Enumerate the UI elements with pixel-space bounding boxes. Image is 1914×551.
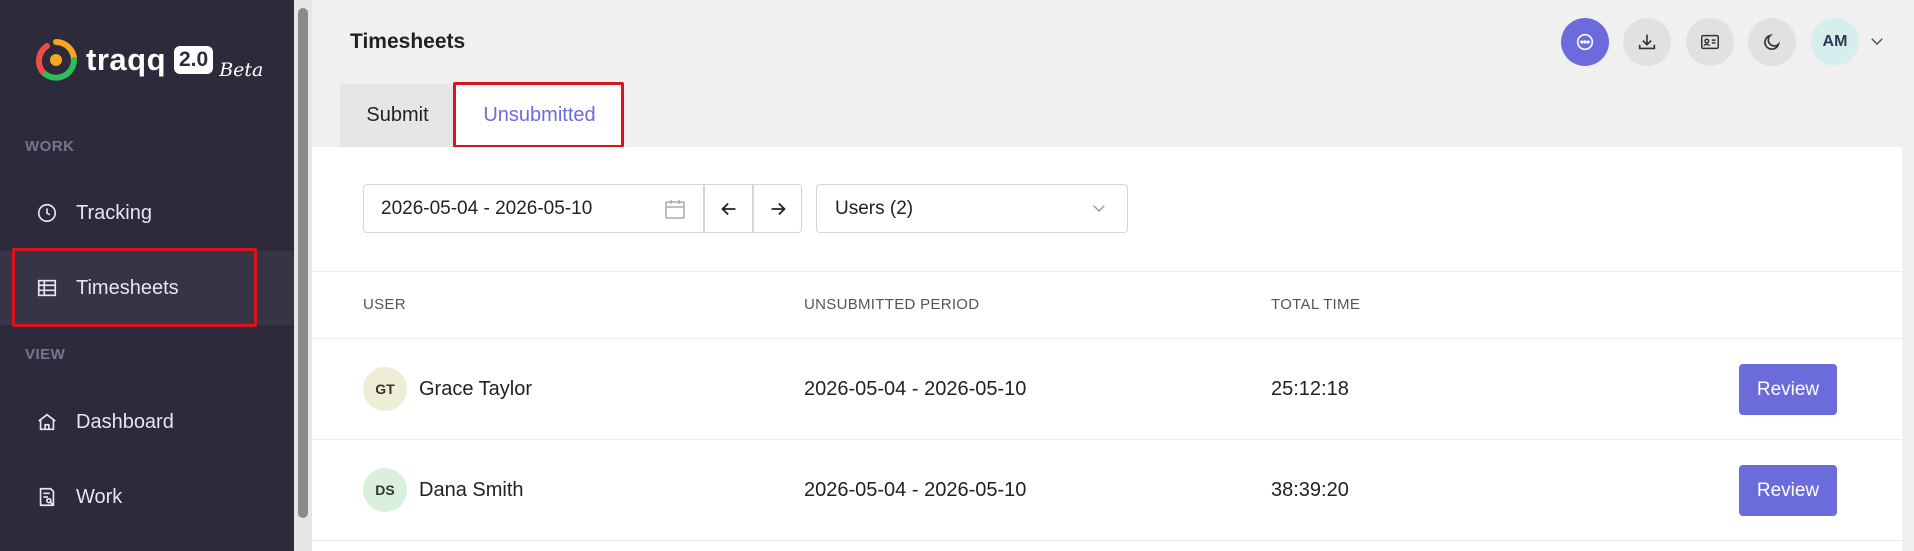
- user-name: Grace Taylor: [419, 378, 533, 400]
- column-header-period: UNSUBMITTED PERIOD: [804, 296, 980, 313]
- brand-version: 2.0: [174, 46, 214, 74]
- users-select-value: Users (2): [835, 197, 914, 219]
- sidebar-item-dashboard[interactable]: Dashboard: [0, 385, 294, 459]
- download-button[interactable]: [1623, 18, 1671, 66]
- arrow-right-icon: [771, 202, 786, 215]
- user-name: Dana Smith: [419, 479, 524, 501]
- column-header-user: USER: [363, 296, 406, 313]
- chevron-down-icon: [1093, 205, 1105, 212]
- date-range-value: 2026-05-04 - 2026-05-10: [381, 197, 593, 219]
- chevron-down-icon[interactable]: [1868, 32, 1886, 50]
- avatar: GT: [363, 367, 407, 411]
- avatar: DS: [363, 468, 407, 512]
- brand-tag: Beta: [219, 59, 264, 81]
- calendar-icon[interactable]: [663, 197, 687, 221]
- moon-icon: [1764, 34, 1781, 50]
- page-title: Timesheets: [350, 30, 466, 53]
- total-time: 25:12:18: [1271, 378, 1349, 400]
- clock-icon: [37, 203, 57, 223]
- timesheets-highlight-box: [12, 248, 257, 327]
- unsubmitted-period: 2026-05-04 - 2026-05-10: [804, 378, 1027, 400]
- previous-period-button[interactable]: [704, 184, 753, 233]
- dark-mode-toggle[interactable]: [1748, 18, 1796, 66]
- traqq-logo-icon: [36, 39, 77, 81]
- brand-logo[interactable]: traqq 2.0 Beta: [34, 34, 263, 86]
- next-period-button[interactable]: [753, 184, 802, 233]
- sidebar-item-label: Tracking: [76, 201, 152, 224]
- user-avatar[interactable]: AM: [1811, 18, 1859, 66]
- brand-name: traqq: [86, 42, 166, 77]
- sidebar-item-tracking[interactable]: Tracking: [0, 176, 294, 250]
- chat-button[interactable]: [1561, 18, 1609, 66]
- total-time: 38:39:20: [1271, 479, 1349, 501]
- tab-submit[interactable]: Submit: [340, 84, 455, 147]
- section-label-work: WORK: [25, 138, 75, 155]
- users-select[interactable]: Users (2): [816, 184, 1128, 233]
- unsubmitted-highlight-box: [453, 82, 624, 148]
- unsubmitted-period: 2026-05-04 - 2026-05-10: [804, 479, 1027, 501]
- download-icon: [1638, 34, 1656, 50]
- sidebar-item-label: Work: [76, 485, 123, 508]
- sidebar-scrollbar-thumb[interactable]: [298, 8, 308, 518]
- divider: [312, 439, 1902, 440]
- divider: [312, 271, 1902, 272]
- home-icon: [38, 413, 56, 431]
- id-card-button[interactable]: [1686, 18, 1734, 66]
- column-header-total: TOTAL TIME: [1271, 296, 1361, 313]
- sidebar-item-work[interactable]: Work: [0, 460, 294, 534]
- arrow-left-icon: [720, 202, 735, 215]
- report-icon: [39, 487, 55, 507]
- divider: [312, 540, 1902, 541]
- sidebar-item-label: Dashboard: [76, 410, 174, 433]
- id-card-icon: [1701, 34, 1719, 50]
- divider: [312, 338, 1902, 339]
- review-button[interactable]: Review: [1739, 364, 1837, 415]
- chat-icon: [1576, 33, 1594, 51]
- section-label-view: VIEW: [25, 346, 66, 363]
- review-button[interactable]: Review: [1739, 465, 1837, 516]
- date-range-picker[interactable]: 2026-05-04 - 2026-05-10: [363, 184, 704, 233]
